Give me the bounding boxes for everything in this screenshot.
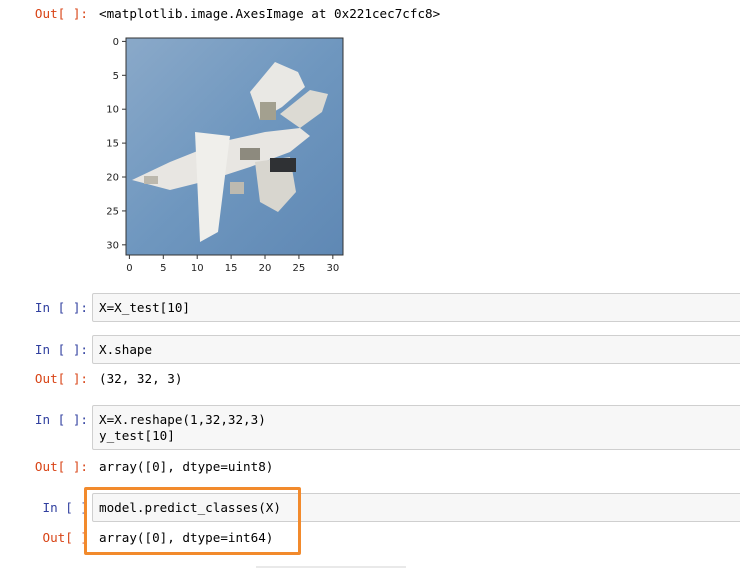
imshow-plot: 0 5 10 15 20 25 30 0 5 10 15 20 25 30: [106, 37, 344, 274]
input-prompt: In [ ]:: [34, 300, 88, 315]
output-text: <matplotlib.image.AxesImage at 0x221cec7…: [99, 6, 441, 21]
output-prompt: Out[ ]:: [34, 459, 88, 474]
y-tick-label: 20: [106, 173, 119, 184]
divider: [256, 566, 406, 568]
notebook-margin: [0, 0, 4, 570]
code-cell-shape[interactable]: X.shape: [92, 335, 740, 364]
code-cell-xtest[interactable]: X=X_test[10]: [92, 293, 740, 322]
x-tick-label: 20: [259, 263, 272, 274]
x-tick-label: 0: [126, 263, 132, 274]
airplane-image: [126, 38, 343, 255]
input-prompt: In [ ]:: [34, 342, 88, 357]
code-cell-reshape[interactable]: X=X.reshape(1,32,32,3) y_test[10]: [92, 405, 740, 450]
x-axis-ticks: 0 5 10 15 20 25 30: [126, 255, 339, 274]
x-tick-label: 30: [326, 263, 339, 274]
y-axis-ticks: 0 5 10 15 20 25 30: [106, 37, 126, 251]
x-tick-label: 5: [160, 263, 166, 274]
input-prompt: In [ ]: [42, 500, 89, 515]
input-prompt: In [ ]:: [34, 412, 88, 427]
y-tick-label: 15: [106, 139, 119, 150]
y-tick-label: 30: [106, 240, 119, 251]
x-tick-label: 15: [225, 263, 238, 274]
y-tick-label: 10: [106, 105, 119, 116]
output-text: (32, 32, 3): [99, 371, 183, 386]
output-prompt: Out[ ]:: [34, 371, 88, 386]
y-tick-label: 5: [113, 71, 119, 82]
output-prompt: Out[ ]: [42, 530, 89, 545]
output-prompt: Out[ ]:: [34, 6, 88, 21]
y-tick-label: 25: [106, 206, 119, 217]
x-tick-label: 25: [293, 263, 306, 274]
highlight-box: [84, 487, 301, 555]
x-tick-label: 10: [191, 263, 204, 274]
output-text: array([0], dtype=uint8): [99, 459, 274, 474]
y-tick-label: 0: [113, 37, 119, 48]
